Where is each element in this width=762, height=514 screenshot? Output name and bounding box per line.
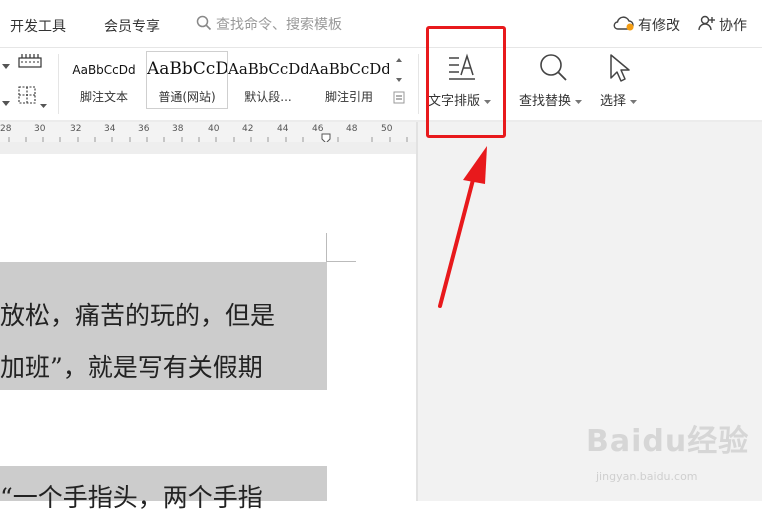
style-label: 脚注引用 [324, 90, 373, 104]
select-label: 选择 [600, 94, 627, 109]
magnifier-icon[interactable] [537, 52, 569, 88]
table-grid-icon[interactable] [18, 53, 42, 73]
cursor-arrow-icon[interactable] [607, 52, 633, 88]
style-sample: AaBbCcDd [72, 63, 136, 77]
dropdown-arrow-icon [630, 94, 638, 109]
search-icon [196, 15, 212, 35]
ruler-number: 32 [70, 124, 82, 134]
style-sample: AaBbCcDd [147, 59, 227, 79]
style-sample: AaBbCcDd [228, 60, 308, 78]
page-edge-shadow [416, 122, 418, 501]
ruler-number: 30 [34, 124, 46, 134]
command-search[interactable] [196, 13, 396, 37]
borders-icon[interactable] [17, 85, 39, 109]
find-replace-button[interactable]: 查找替换 [519, 90, 583, 109]
ruler-number: 48 [346, 124, 358, 134]
ruler-number: 44 [277, 124, 289, 134]
modified-status-button[interactable]: 有修改 [613, 14, 680, 36]
tab-developer-tools[interactable]: 开发工具 [10, 16, 66, 36]
find-replace-label: 查找替换 [519, 94, 572, 109]
add-user-icon [698, 14, 716, 36]
ruler-number: 38 [172, 124, 184, 134]
style-normal-web[interactable]: AaBbCcDd 普通(网站) [146, 51, 228, 109]
dropdown-arrow-icon[interactable] [2, 92, 10, 111]
dropdown-arrow-icon[interactable] [40, 94, 47, 113]
cloud-sync-icon [613, 14, 635, 36]
margin-corner-mark [326, 233, 327, 262]
command-search-input[interactable] [216, 17, 396, 33]
collaborate-button[interactable]: 协作 [698, 14, 747, 36]
style-default-paragraph[interactable]: AaBbCcDd 默认段... [228, 52, 308, 108]
ribbon-separator [58, 54, 59, 114]
document-text-line[interactable]: 加班”，就是写有关假期 [0, 348, 327, 384]
style-footnote-text[interactable]: AaBbCcDd 脚注文本 [64, 52, 144, 108]
ruler-number: 34 [104, 124, 116, 134]
ribbon-separator [418, 54, 419, 114]
ruler-number: 36 [138, 124, 150, 134]
ruler-number: 42 [242, 124, 254, 134]
ruler-number: 50 [381, 124, 393, 134]
document-text-line[interactable]: 放松，痛苦的玩的，但是 [0, 296, 327, 332]
style-label: 默认段... [244, 90, 292, 104]
annotation-arrow-icon [430, 140, 500, 314]
ruler-number: 28 [0, 124, 12, 134]
dropdown-arrow-icon[interactable] [2, 55, 10, 74]
baidu-watermark-url: jingyan.baidu.com [596, 470, 698, 483]
style-sample: AaBbCcDd [309, 60, 389, 78]
collaborate-label: 协作 [719, 18, 747, 34]
modified-label: 有修改 [638, 18, 680, 34]
dropdown-arrow-icon [575, 94, 583, 109]
tab-member-exclusive[interactable]: 会员专享 [104, 16, 160, 36]
select-button[interactable]: 选择 [600, 90, 638, 109]
horizontal-ruler[interactable]: 28 30 32 34 36 38 40 42 44 46 48 50 [0, 122, 418, 144]
document-text-line[interactable]: “一个手指头，两个手指 [0, 478, 327, 514]
annotation-highlight-box [426, 26, 506, 138]
page-top-gap [0, 142, 418, 154]
style-footnote-reference[interactable]: AaBbCcDd 脚注引用 [309, 52, 389, 108]
style-gallery-scroller[interactable] [391, 52, 407, 108]
style-label: 普通(网站) [158, 90, 216, 104]
ruler-number: 40 [208, 124, 220, 134]
style-label: 脚注文本 [79, 90, 128, 104]
margin-corner-mark [326, 261, 356, 262]
baidu-watermark: Baidu经验 [586, 424, 750, 459]
